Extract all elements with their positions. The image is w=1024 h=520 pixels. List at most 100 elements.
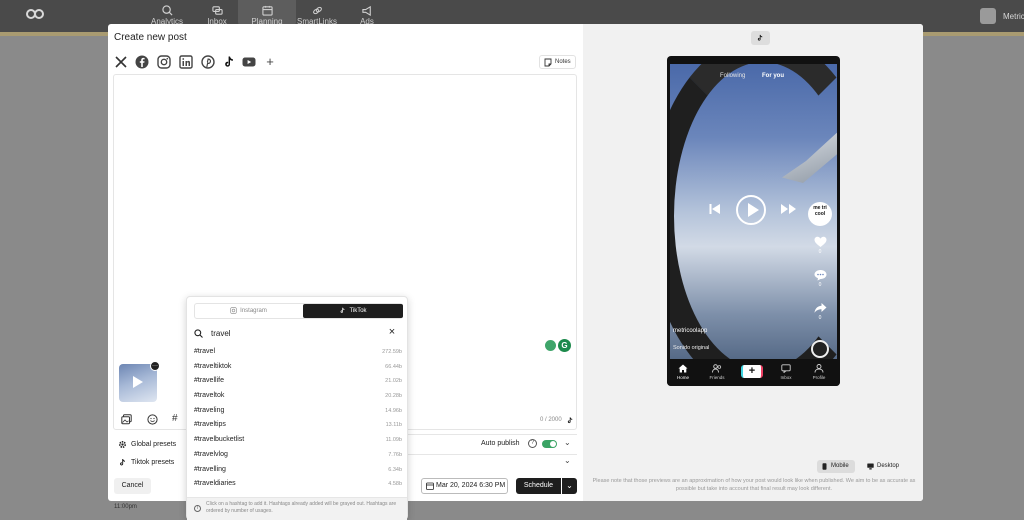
previous-icon[interactable]	[708, 202, 722, 216]
network-options-row[interactable]	[403, 454, 577, 470]
share-count: 0	[818, 315, 822, 321]
hashtag-suggestion[interactable]: #travelbucketlist 11.09b	[187, 433, 409, 448]
preview-disclaimer: Please note that those previews are an a…	[592, 478, 916, 492]
schedule-date-button[interactable]: Mar 20, 2024 6:30 PM	[421, 478, 508, 494]
tiktok-phone-preview: Following For you me tri cool 0 0 0 metr…	[667, 56, 840, 386]
hashtag-text: #traveltok	[194, 392, 225, 400]
hashtag-usage-count: 66.44b	[385, 363, 402, 370]
inbox-icon	[211, 6, 223, 15]
comment-count: 0	[818, 282, 822, 288]
linkedin-icon[interactable]	[179, 55, 193, 69]
hashtag-usage-count: 20.28b	[385, 393, 402, 400]
notes-label: Notes	[555, 59, 571, 65]
auto-publish-toggle[interactable]	[542, 440, 557, 448]
hashtag-suggestion[interactable]: #travellife 21.02b	[187, 374, 409, 389]
hashtag-suggestion[interactable]: #traveltok 20.28b	[187, 389, 409, 404]
hashtag-usage-count: 21.02b	[385, 378, 402, 385]
hashtag-suggestion[interactable]: #traveldiaries 4.58b	[187, 477, 409, 492]
post-username: metricoolapp	[673, 328, 708, 334]
hashtag-suggestion[interactable]: #travel 272.59b	[187, 345, 409, 360]
tiktok-small-icon	[567, 417, 573, 424]
inbox-icon	[781, 364, 791, 373]
hashtag-network-tabs: Instagram TikTok	[194, 303, 403, 319]
preview-network-tiktok[interactable]	[751, 31, 770, 45]
plus-icon[interactable]: +	[263, 55, 277, 69]
hashtag-usage-count: 13.11b	[385, 422, 402, 429]
tiktok-icon	[120, 458, 126, 466]
bottom-nav-profile: Profile	[807, 364, 831, 380]
preview-mode-mobile[interactable]: Mobile	[817, 460, 855, 473]
calendar-time-label: 11:00pm	[114, 504, 137, 510]
comment-action: 0	[812, 269, 828, 288]
help-icon[interactable]: ?	[528, 439, 537, 448]
hashtag-suggestion[interactable]: #traveling 14.96b	[187, 404, 409, 419]
mobile-icon	[822, 463, 827, 470]
bottom-nav-inbox: Inbox	[774, 364, 798, 380]
hashtag-usage-count: 7.76b	[388, 451, 402, 458]
schedule-date-label: Mar 20, 2024 6:30 PM	[436, 482, 506, 489]
hashtag-text: #travelbucketlist	[194, 436, 245, 444]
profile-icon	[814, 364, 824, 373]
hashtag-suggestions-popover: Instagram TikTok × #travel272.59b#travel…	[186, 296, 408, 520]
hashtag-search-input[interactable]	[211, 326, 361, 340]
bottom-nav-home: Home	[671, 364, 695, 380]
play-icon[interactable]	[736, 195, 766, 225]
hashtag-text: #travellife	[194, 377, 224, 385]
hashtag-list: #travel 272.59b #traveltiktok 66.44b #travel…	[187, 345, 409, 492]
notes-button[interactable]: Notes	[539, 55, 576, 69]
hashtag-usage-count: 272.59b	[382, 349, 402, 355]
schedule-button[interactable]: Schedule	[516, 478, 561, 494]
hashtag-text: #traveling	[194, 406, 225, 414]
share-icon	[814, 303, 826, 313]
hashtag-text: #traveltiktok	[194, 362, 232, 370]
hashtag-icon[interactable]: #	[172, 413, 178, 424]
more-options-icon[interactable]: ···	[150, 361, 160, 371]
tiktok-bottom-nav: Home Friends + Inbox Profile	[667, 361, 840, 386]
cancel-button[interactable]: Cancel	[114, 478, 151, 494]
hashtag-usage-count: 14.96b	[385, 407, 402, 414]
youtube-icon[interactable]	[242, 55, 256, 69]
location-extension-icon[interactable]	[545, 340, 556, 351]
calendar-icon	[261, 5, 273, 16]
chevron-down-icon[interactable]: ⌄	[564, 438, 571, 447]
tiktok-icon	[757, 34, 763, 41]
emoji-icon[interactable]	[147, 414, 158, 425]
search-icon	[194, 329, 203, 338]
close-icon[interactable]: ×	[387, 327, 397, 338]
tab-instagram[interactable]: Instagram	[195, 304, 302, 318]
hashtag-suggestion[interactable]: #travelvlog 7.76b	[187, 448, 409, 463]
profile-avatar: me tri cool	[808, 202, 832, 226]
auto-publish-label: Auto publish	[481, 440, 520, 447]
video-preview[interactable]: Following For you me tri cool 0 0 0 metr…	[670, 64, 837, 359]
calendar-icon	[426, 482, 434, 490]
nav-tab-ads[interactable]: Ads	[338, 0, 396, 26]
grammarly-icon[interactable]: G	[558, 339, 571, 352]
analytics-icon	[161, 5, 173, 16]
hashtag-usage-count: 6.34b	[388, 466, 402, 473]
chevron-down-icon[interactable]: ⌄	[564, 456, 571, 465]
global-presets-label: Global presets	[131, 441, 177, 448]
hashtag-hint: i Click on a hashtag to add it. Hashtags…	[187, 497, 407, 520]
modal-title: Create new post	[114, 32, 187, 43]
like-action: 0	[812, 236, 828, 255]
hashtag-suggestion[interactable]: #traveltips 13.11b	[187, 418, 409, 433]
facebook-icon[interactable]	[135, 55, 149, 69]
instagram-icon	[230, 307, 238, 314]
hashtag-suggestion[interactable]: #traveltiktok 66.44b	[187, 360, 409, 375]
fast-forward-icon[interactable]	[780, 202, 798, 216]
x-icon[interactable]	[114, 55, 128, 69]
schedule-options-chevron[interactable]: ⌄	[562, 478, 577, 494]
metricool-logo[interactable]	[26, 9, 44, 21]
tiktok-icon[interactable]	[222, 55, 236, 69]
tiktok-icon	[341, 307, 345, 313]
hashtag-hint-text: Click on a hashtag to add it. Hashtags a…	[206, 501, 397, 514]
instagram-icon[interactable]	[157, 55, 171, 69]
preview-mode-desktop[interactable]: Desktop	[863, 460, 903, 473]
pinterest-icon[interactable]	[201, 55, 215, 69]
tab-tiktok[interactable]: TikTok	[303, 304, 403, 318]
like-count: 0	[818, 249, 822, 255]
media-library-icon[interactable]	[121, 414, 132, 425]
hashtag-suggestion[interactable]: #travelling 6.34b	[187, 463, 409, 478]
friends-icon	[712, 364, 722, 373]
hashtag-text: #travelvlog	[194, 450, 228, 458]
